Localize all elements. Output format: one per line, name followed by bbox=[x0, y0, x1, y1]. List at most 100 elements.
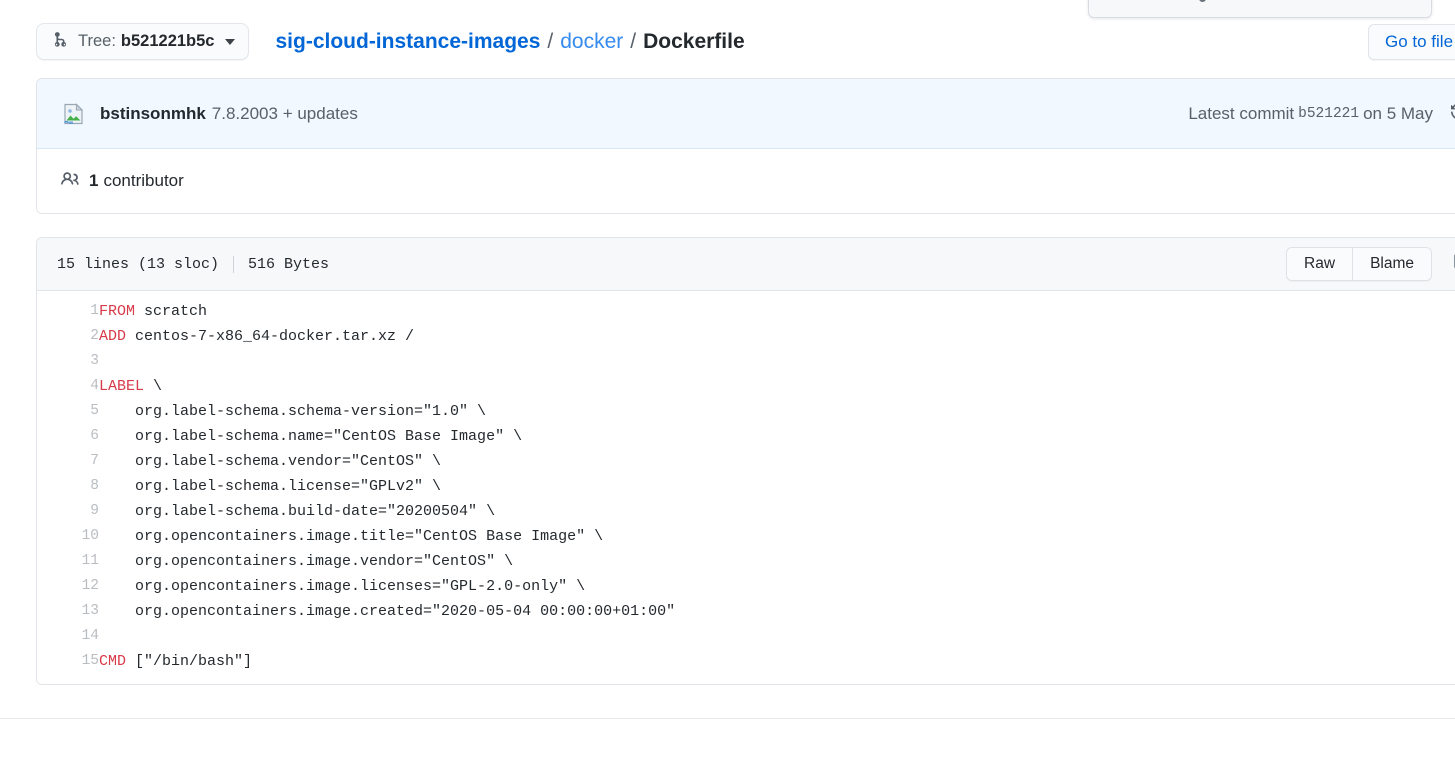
code-line-row: 11 org.opencontainers.image.vendor="Cent… bbox=[37, 549, 1455, 574]
line-code: org.label-schema.vendor="CentOS" \ bbox=[99, 449, 1455, 474]
line-code: org.label-schema.build-date="20200504" \ bbox=[99, 499, 1455, 524]
breadcrumb-dir-link[interactable]: docker bbox=[560, 30, 623, 54]
line-code: org.label-schema.license="GPLv2" \ bbox=[99, 474, 1455, 499]
code-line-row: 12 org.opencontainers.image.licenses="GP… bbox=[37, 574, 1455, 599]
commit-message[interactable]: 7.8.2003 + updates bbox=[212, 104, 358, 124]
raw-blame-button-group: Raw Blame bbox=[1286, 247, 1432, 281]
blob-file-size: 516 Bytes bbox=[248, 255, 330, 273]
line-code-text: org.opencontainers.image.vendor="CentOS"… bbox=[99, 553, 514, 570]
latest-commit-date: on 5 May bbox=[1363, 103, 1433, 123]
code-line-row: 13 org.opencontainers.image.created="202… bbox=[37, 599, 1455, 624]
code-line-row: 14 bbox=[37, 624, 1455, 649]
code-line-row: 9 org.label-schema.build-date="20200504"… bbox=[37, 499, 1455, 524]
line-number[interactable]: 2 bbox=[37, 324, 99, 349]
code-line-row: 7 org.label-schema.vendor="CentOS" \ bbox=[37, 449, 1455, 474]
line-code: org.label-schema.name="CentOS Base Image… bbox=[99, 424, 1455, 449]
line-code: org.opencontainers.image.licenses="GPL-2… bbox=[99, 574, 1455, 599]
code-table: 1 FROM scratch 2 ADD centos-7-x86_64-docker… bbox=[37, 299, 1455, 674]
line-code-text: org.opencontainers.image.created="2020-0… bbox=[99, 603, 676, 620]
commit-author-link[interactable]: bstinsonmhk bbox=[100, 104, 206, 124]
latest-commit-bar: bstinsonmhk 7.8.2003 + updates Latest co… bbox=[37, 79, 1455, 149]
line-number[interactable]: 9 bbox=[37, 499, 99, 524]
broken-image-avatar-icon bbox=[61, 101, 87, 127]
go-to-file-label: Go to file bbox=[1385, 32, 1454, 51]
raw-button[interactable]: Raw bbox=[1287, 248, 1353, 280]
blob-actions: Raw Blame bbox=[1286, 247, 1455, 281]
line-code: FROM scratch bbox=[99, 299, 1455, 324]
code-line-row: 8 org.label-schema.license="GPLv2" \ bbox=[37, 474, 1455, 499]
contributor-count: 1 bbox=[89, 171, 99, 190]
code-line-row: 3 bbox=[37, 349, 1455, 374]
breadcrumb-repo-link[interactable]: sig-cloud-instance-images bbox=[275, 30, 540, 54]
tree-sha-value: b521221b5c bbox=[120, 32, 215, 50]
chevron-down-icon bbox=[225, 38, 236, 45]
history-icon[interactable] bbox=[1450, 103, 1455, 125]
go-to-file-button[interactable]: Go to file bbox=[1368, 24, 1455, 60]
line-code: ADD centos-7-x86_64-docker.tar.xz / bbox=[99, 324, 1455, 349]
tree-selector-button[interactable]: Tree: b521221b5c bbox=[36, 23, 250, 60]
line-code-text: org.label-schema.name="CentOS Base Image… bbox=[99, 428, 523, 445]
line-code bbox=[99, 349, 1455, 374]
line-code: CMD ["/bin/bash"] bbox=[99, 649, 1455, 674]
people-icon bbox=[61, 170, 79, 193]
line-number[interactable]: 8 bbox=[37, 474, 99, 499]
line-number[interactable]: 4 bbox=[37, 374, 99, 399]
line-number[interactable]: 1 bbox=[37, 299, 99, 324]
line-number[interactable]: 7 bbox=[37, 449, 99, 474]
dockerfile-keyword: FROM bbox=[99, 303, 136, 320]
page-bottom-divider bbox=[0, 718, 1455, 719]
contributors-bar[interactable]: 1 contributor bbox=[37, 149, 1455, 213]
breadcrumb-file-name: Dockerfile bbox=[643, 29, 745, 53]
blame-button[interactable]: Blame bbox=[1352, 248, 1431, 280]
line-code-text: org.label-schema.vendor="CentOS" \ bbox=[99, 453, 442, 470]
code-content: 1 FROM scratch 2 ADD centos-7-x86_64-docker… bbox=[37, 291, 1455, 684]
code-line-row: 1 FROM scratch bbox=[37, 299, 1455, 324]
line-code-text: scratch bbox=[135, 303, 208, 320]
line-number[interactable]: 10 bbox=[37, 524, 99, 549]
line-number[interactable]: 3 bbox=[37, 349, 99, 374]
line-number[interactable]: 14 bbox=[37, 624, 99, 649]
breadcrumb-separator: / bbox=[630, 29, 637, 53]
latest-commit-sha[interactable]: b521221 bbox=[1298, 106, 1359, 122]
line-code-text: \ bbox=[144, 378, 163, 395]
tree-breadcrumb-row: Tree: b521221b5c sig-cloud-instance-imag… bbox=[36, 23, 745, 60]
blob-meta: 15 lines (13 sloc) 516 Bytes bbox=[57, 255, 330, 273]
line-number[interactable]: 6 bbox=[37, 424, 99, 449]
line-code: LABEL \ bbox=[99, 374, 1455, 399]
dockerfile-keyword: ADD bbox=[99, 328, 127, 345]
line-number[interactable]: 13 bbox=[37, 599, 99, 624]
code-line-row: 2 ADD centos-7-x86_64-docker.tar.xz / bbox=[37, 324, 1455, 349]
popover-dot-icon bbox=[1199, 0, 1206, 2]
line-number[interactable]: 15 bbox=[37, 649, 99, 674]
line-code-text: org.opencontainers.image.title="CentOS B… bbox=[99, 528, 604, 545]
code-table-body: 1 FROM scratch 2 ADD centos-7-x86_64-docker… bbox=[37, 299, 1455, 674]
breadcrumb: sig-cloud-instance-images / docker / Doc… bbox=[275, 30, 744, 54]
line-code-text: centos-7-x86_64-docker.tar.xz / bbox=[126, 328, 415, 345]
blob-lines-info: 15 lines (13 sloc) bbox=[57, 255, 220, 273]
latest-commit-meta: Latest commit b521221 on 5 May bbox=[1188, 103, 1455, 125]
line-code-text: org.label-schema.build-date="20200504" \ bbox=[99, 503, 496, 520]
line-code: org.opencontainers.image.vendor="CentOS"… bbox=[99, 549, 1455, 574]
tree-label: Tree: bbox=[78, 32, 116, 50]
contributor-label: contributor bbox=[103, 171, 184, 190]
file-blob-card: 15 lines (13 sloc) 516 Bytes Raw Blame 1… bbox=[36, 237, 1455, 685]
blob-toolbar: 15 lines (13 sloc) 516 Bytes Raw Blame bbox=[37, 238, 1455, 291]
line-code-text: org.label-schema.schema-version="1.0" \ bbox=[99, 403, 487, 420]
line-code-text: org.opencontainers.image.licenses="GPL-2… bbox=[99, 578, 586, 595]
dockerfile-keyword: LABEL bbox=[99, 378, 145, 395]
git-branch-icon bbox=[52, 31, 69, 53]
line-number[interactable]: 12 bbox=[37, 574, 99, 599]
code-line-row: 5 org.label-schema.schema-version="1.0" … bbox=[37, 399, 1455, 424]
code-line-row: 4 LABEL \ bbox=[37, 374, 1455, 399]
commit-info-card: bstinsonmhk 7.8.2003 + updates Latest co… bbox=[36, 78, 1455, 214]
line-code bbox=[99, 624, 1455, 649]
line-code: org.label-schema.schema-version="1.0" \ bbox=[99, 399, 1455, 424]
line-number[interactable]: 11 bbox=[37, 549, 99, 574]
line-number[interactable]: 5 bbox=[37, 399, 99, 424]
line-code: org.opencontainers.image.title="CentOS B… bbox=[99, 524, 1455, 549]
dockerfile-keyword: CMD bbox=[99, 653, 127, 670]
top-popover-panel[interactable] bbox=[1088, 0, 1432, 18]
line-code: org.opencontainers.image.created="2020-0… bbox=[99, 599, 1455, 624]
code-line-row: 15 CMD ["/bin/bash"] bbox=[37, 649, 1455, 674]
latest-commit-prefix: Latest commit bbox=[1188, 103, 1295, 123]
